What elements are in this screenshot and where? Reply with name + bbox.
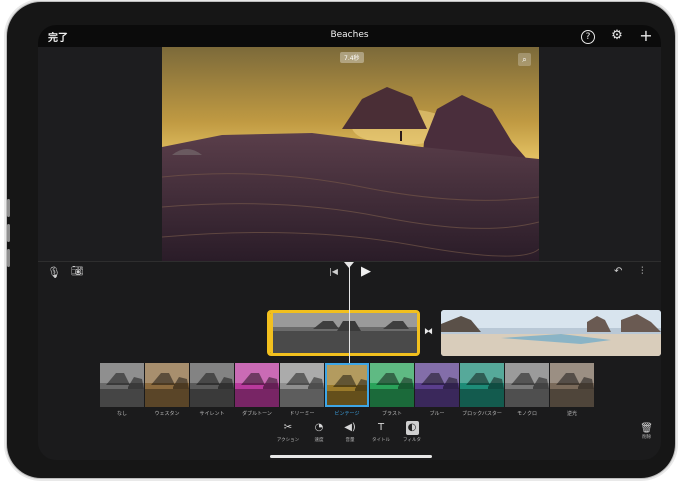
filter-label: 逆光 (566, 411, 577, 417)
side-button (7, 224, 10, 242)
clip-thumbnail (273, 313, 417, 353)
filter-label: ブラスト (382, 411, 402, 417)
filter-thumb[interactable] (190, 363, 234, 407)
filter-label: ダブルトーン (242, 411, 272, 417)
speed-icon: ◔ (314, 422, 324, 433)
filter-thumb[interactable] (460, 363, 504, 407)
transition-icon[interactable]: ⧓ (424, 327, 433, 337)
scissors-icon: ✂ (283, 422, 293, 433)
project-title: Beaches (330, 30, 369, 40)
tool-title[interactable]: T タイトル (366, 421, 396, 443)
screen: 完了 Beaches ? ⚙ + 7.4秒 ⌕ 🎙︎ 📷︎ |◀ ▶ ↶ ⫶ ⧓… (38, 25, 661, 460)
filter-thumb[interactable] (550, 363, 594, 407)
magnify-icon[interactable]: ⌕ (518, 53, 531, 66)
question-icon[interactable]: ? (581, 30, 595, 44)
tool-label: 速度 (314, 438, 324, 443)
home-indicator[interactable] (270, 455, 432, 458)
speaker-icon: ◀) (344, 422, 356, 433)
filter-label: ブロックバスター (462, 411, 502, 417)
selected-clip[interactable] (267, 310, 420, 356)
filter-thumb[interactable] (415, 363, 459, 407)
tool-label: タイトル (372, 438, 390, 443)
filter-label: モノクロ (516, 411, 537, 417)
microphone-icon[interactable]: 🎙︎ (47, 266, 61, 279)
text-icon: T (377, 422, 385, 433)
filter-label: ブルー (429, 411, 445, 417)
delete-button[interactable]: 🗑︎ 削除 (640, 423, 653, 440)
filter-strip: なし ウェスタン サイレント ダブルトーン ドリーミー ビンテージ ブラスト ブ… (100, 363, 600, 417)
filter-label: なし (116, 411, 127, 417)
top-bar: 完了 Beaches ? ⚙ + (38, 25, 661, 47)
tool-speed[interactable]: ◔ 速度 (304, 421, 334, 443)
filter-thumb[interactable] (145, 363, 189, 407)
beach-scene-image (162, 47, 539, 261)
trash-icon: 🗑︎ (640, 423, 653, 434)
play-icon[interactable]: ▶ (361, 264, 371, 279)
filter-icon: ◐ (405, 421, 419, 435)
undo-icon[interactable]: ↶ (614, 266, 622, 277)
gear-icon[interactable]: ⚙ (609, 28, 625, 44)
camera-icon[interactable]: 📷︎ (71, 266, 84, 277)
tool-label: 音量 (345, 438, 355, 443)
skip-back-icon[interactable]: |◀ (329, 267, 338, 276)
filter-label: サイレント (199, 411, 225, 417)
filter-thumb[interactable] (280, 363, 324, 407)
tool-label: フィルタ (403, 438, 421, 443)
delete-label: 削除 (642, 435, 652, 440)
side-button (7, 249, 10, 267)
next-clip[interactable] (441, 310, 661, 356)
video-preview[interactable]: 7.4秒 ⌕ (162, 47, 539, 261)
filter-thumb[interactable] (505, 363, 549, 407)
filter-thumb-selected[interactable] (325, 363, 369, 407)
ipad-frame: 完了 Beaches ? ⚙ + 7.4秒 ⌕ 🎙︎ 📷︎ |◀ ▶ ↶ ⫶ ⧓… (7, 2, 675, 478)
playhead[interactable] (349, 266, 350, 365)
waveform-icon[interactable]: ⫶ (641, 266, 644, 277)
filter-label: ドリーミー (289, 411, 315, 417)
filter-label: ウェスタン (154, 411, 180, 417)
filter-thumb[interactable] (235, 363, 279, 407)
filter-label-selected: ビンテージ (334, 411, 360, 417)
filter-thumb[interactable] (100, 363, 144, 407)
tool-label: アクション (276, 438, 300, 443)
plus-icon[interactable]: + (638, 28, 654, 44)
bottom-toolbar: ✂ アクション ◔ 速度 ◀) 音量 T タイトル ◐ フィルタ 🗑︎ 削除 (38, 417, 661, 460)
filter-thumb[interactable] (370, 363, 414, 407)
clip-thumbnail (441, 310, 661, 356)
tool-filter[interactable]: ◐ フィルタ (397, 421, 427, 443)
tool-volume[interactable]: ◀) 音量 (335, 421, 365, 443)
side-button (7, 199, 10, 217)
duration-badge: 7.4秒 (340, 52, 364, 63)
tool-action[interactable]: ✂ アクション (273, 421, 303, 443)
